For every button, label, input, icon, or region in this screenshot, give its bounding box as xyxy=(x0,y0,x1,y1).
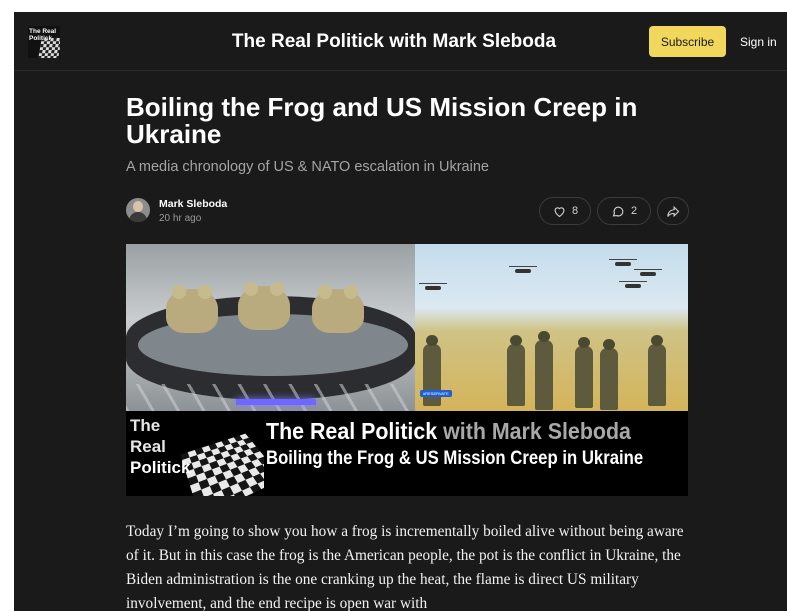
frog xyxy=(238,282,290,330)
post-time: 20 hr ago xyxy=(159,213,202,224)
image-banner: The Real Politick The Real Politick with… xyxy=(126,411,688,496)
author-avatar[interactable] xyxy=(126,198,150,222)
subscribe-button[interactable]: Subscribe xyxy=(649,26,726,57)
comment-icon xyxy=(612,206,624,217)
soldier xyxy=(648,335,666,406)
hero-image[interactable]: #RESERVATE The Real Politick The Real Po… xyxy=(126,244,688,496)
burner-flame xyxy=(236,399,316,405)
comment-button[interactable]: 2 xyxy=(597,197,651,225)
soldier xyxy=(575,337,593,408)
logo-text: The Real Politick xyxy=(29,28,57,42)
sign-in-link[interactable]: Sign in xyxy=(740,35,777,49)
soldier xyxy=(600,339,618,410)
like-button[interactable]: 8 xyxy=(539,197,591,225)
frog xyxy=(312,285,364,333)
soldier xyxy=(507,335,525,406)
comment-count: 2 xyxy=(630,205,638,217)
page-frame: The Real Politick The Real Politick with… xyxy=(14,12,787,611)
author-name[interactable]: Mark Sleboda xyxy=(159,198,227,210)
helicopter xyxy=(509,266,537,273)
helicopter xyxy=(619,281,647,288)
banner-logo: The Real Politick xyxy=(126,411,264,496)
helicopter xyxy=(609,259,637,266)
soldiers-image xyxy=(415,244,688,411)
share-button[interactable] xyxy=(657,197,689,225)
chessboard-icon xyxy=(180,433,264,496)
post-body: Today I’m going to show you how a frog i… xyxy=(126,523,684,611)
helicopter xyxy=(419,283,447,290)
image-tag: #RESERVATE xyxy=(420,390,452,397)
site-title[interactable]: The Real Politick with Mark Sleboda xyxy=(194,31,594,53)
top-bar: The Real Politick The Real Politick with… xyxy=(14,12,787,71)
post-subtitle: A media chronology of US & NATO escalati… xyxy=(126,159,489,175)
heart-icon xyxy=(554,206,565,217)
helicopter xyxy=(634,269,662,276)
frog xyxy=(166,285,218,333)
publication-logo[interactable]: The Real Politick xyxy=(28,26,60,58)
share-icon xyxy=(666,205,679,217)
banner-title: The Real Politick with Mark Sleboda xyxy=(266,418,631,444)
like-count: 8 xyxy=(571,205,579,217)
soldier xyxy=(535,331,553,410)
frog-pot-image xyxy=(126,244,416,411)
banner-subtitle: Boiling the Frog & US Mission Creep in U… xyxy=(266,448,644,469)
post-title: Boiling the Frog and US Mission Creep in… xyxy=(126,92,638,149)
